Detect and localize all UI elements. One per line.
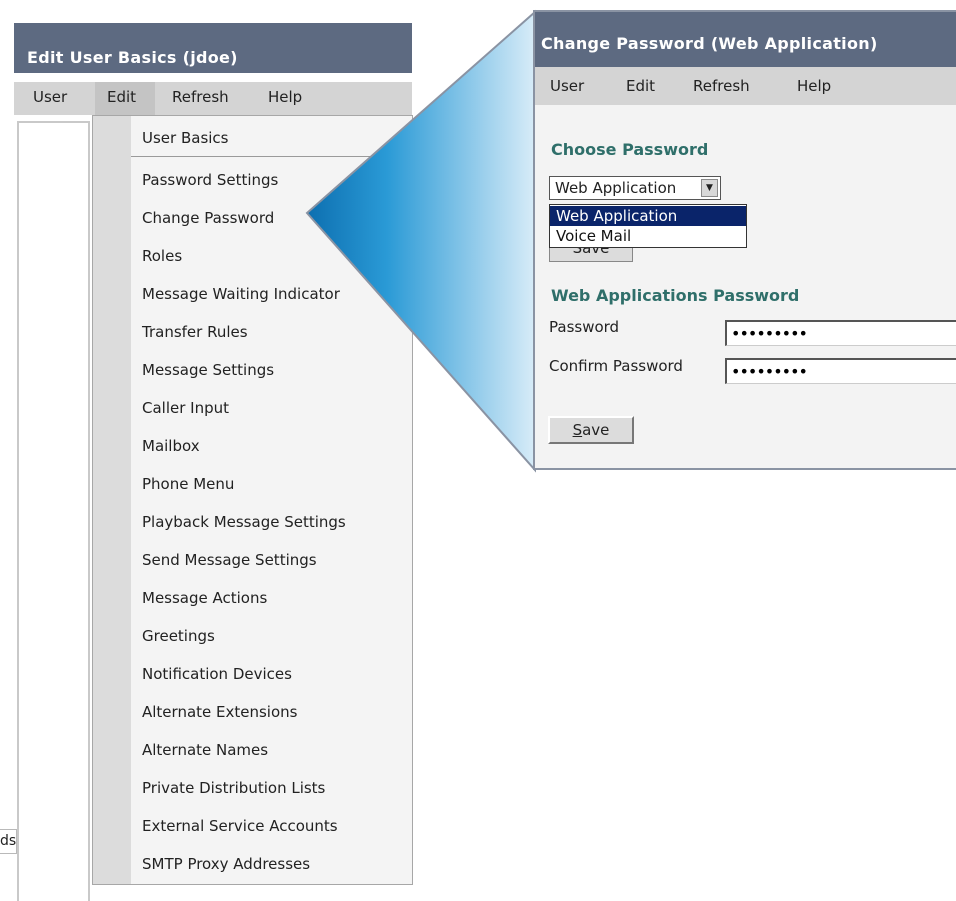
menu-refresh[interactable]: Refresh [172,88,229,106]
menu-item-message-waiting-indicator[interactable]: Message Waiting Indicator [142,285,340,303]
menu-separator [131,156,413,157]
menu-help[interactable]: Help [797,77,831,95]
change-password-window: Change Password (Web Application) User E… [533,10,956,470]
menu-help[interactable]: Help [268,88,302,106]
menu-item-notification-devices[interactable]: Notification Devices [142,665,292,683]
menu-item-playback-message-settings[interactable]: Playback Message Settings [142,513,346,531]
menu-edit[interactable]: Edit [626,77,655,95]
select-value: Web Application [555,179,677,197]
menu-item-alternate-extensions[interactable]: Alternate Extensions [142,703,297,721]
right-window-title: Change Password (Web Application) [535,12,956,67]
menu-edit[interactable]: Edit [107,88,136,106]
menu-user[interactable]: User [33,88,67,106]
menu-item-smtp-proxy-addresses[interactable]: SMTP Proxy Addresses [142,855,310,873]
left-nav-panel [17,121,90,901]
obscured-save-label: Save [572,248,610,257]
save-button[interactable]: Save [548,416,634,444]
menu-item-message-settings[interactable]: Message Settings [142,361,274,379]
menu-icon-gutter [93,116,131,884]
menu-refresh[interactable]: Refresh [693,77,750,95]
menu-item-external-service-accounts[interactable]: External Service Accounts [142,817,338,835]
confirm-password-label: Confirm Password [549,357,683,375]
menu-user[interactable]: User [550,77,584,95]
menu-item-send-message-settings[interactable]: Send Message Settings [142,551,317,569]
password-label: Password [549,318,620,336]
option-web-application[interactable]: Web Application [550,206,746,226]
edit-dropdown-menu: User Basics Password Settings Change Pas… [92,115,413,885]
option-voice-mail[interactable]: Voice Mail [550,226,746,246]
save-label: ave [582,421,610,439]
menu-item-change-password[interactable]: Change Password [142,209,274,227]
chevron-down-icon[interactable]: ▼ [701,179,718,197]
menu-item-private-distribution-lists[interactable]: Private Distribution Lists [142,779,325,797]
menu-item-transfer-rules[interactable]: Transfer Rules [142,323,248,341]
menu-item-alternate-names[interactable]: Alternate Names [142,741,268,759]
menu-item-message-actions[interactable]: Message Actions [142,589,267,607]
web-applications-password-heading: Web Applications Password [551,286,800,305]
menu-item-greetings[interactable]: Greetings [142,627,215,645]
menu-item-roles[interactable]: Roles [142,247,182,265]
left-window-title: Edit User Basics (jdoe) [14,23,412,73]
obscured-save-button[interactable]: Save [549,248,633,262]
right-menubar: User Edit Refresh Help [535,67,956,105]
password-type-select[interactable]: Web Application ▼ [549,176,721,200]
left-menubar: User Edit Refresh Help [14,82,412,115]
password-type-options: Web Application Voice Mail [549,204,747,248]
choose-password-heading: Choose Password [551,140,709,159]
partial-text-fragment: ds [0,829,17,854]
menu-item-user-basics[interactable]: User Basics [142,129,228,147]
menu-item-password-settings[interactable]: Password Settings [142,171,278,189]
confirm-password-field[interactable]: ••••••••• [725,358,956,384]
password-field[interactable]: ••••••••• [725,320,956,346]
menu-item-phone-menu[interactable]: Phone Menu [142,475,234,493]
menu-item-mailbox[interactable]: Mailbox [142,437,200,455]
menu-item-caller-input[interactable]: Caller Input [142,399,229,417]
save-accelerator: S [572,421,583,439]
